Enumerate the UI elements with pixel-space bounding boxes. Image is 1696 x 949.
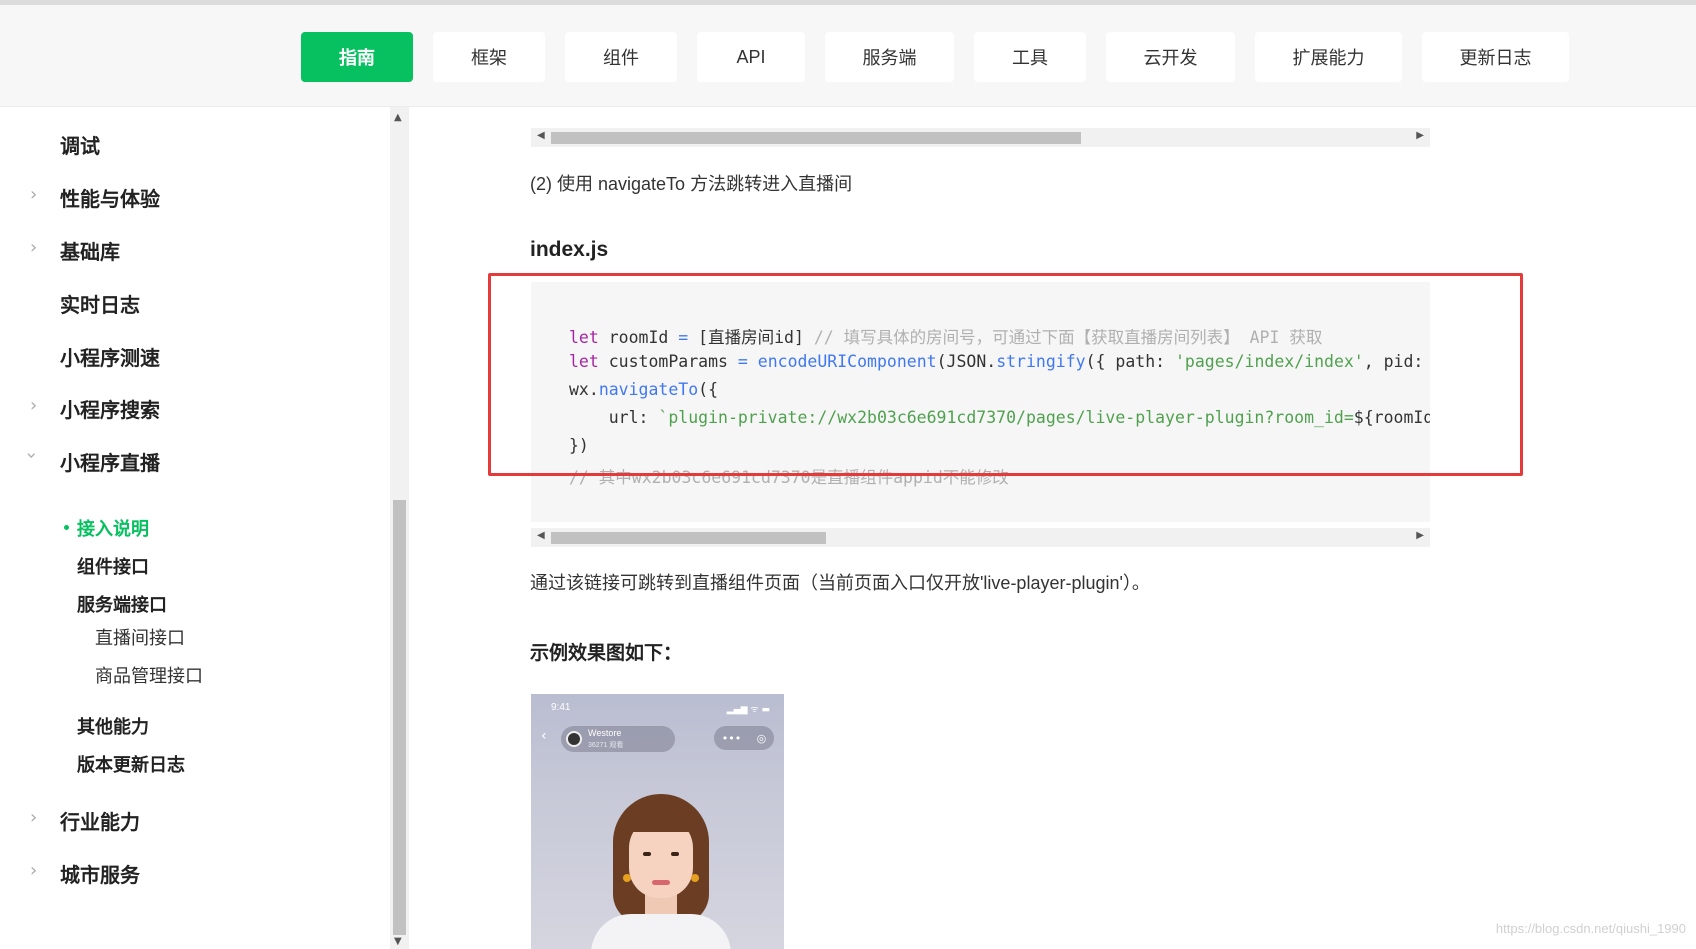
status-time: 9:41 [551, 702, 571, 713]
file-title: index.js [530, 238, 609, 261]
tab-tools[interactable]: 工具 [974, 32, 1086, 82]
main-nav: 指南 框架 组件 API 服务端 工具 云开发 扩展能力 更新日志 [301, 32, 1589, 82]
tab-guide[interactable]: 指南 [301, 32, 413, 82]
portrait-eye [671, 852, 679, 856]
example-preview-image: 9:41 ▂▄▆ ᯤ ▬ ‹ Westore 36271 观看 ••• ◎ [531, 694, 784, 949]
signal-icon: ▂▄▆ ᯤ ▬ [726, 705, 770, 715]
sidebar-item-base-library[interactable]: 基础库 [60, 236, 120, 265]
scroll-left-icon[interactable]: ◀ [537, 130, 545, 141]
portrait-body [591, 914, 731, 949]
tab-extensions[interactable]: 扩展能力 [1255, 32, 1402, 82]
sidebar-scrollbar-thumb[interactable] [393, 500, 406, 935]
chevron-right-icon[interactable]: › [30, 395, 37, 416]
more-dots-icon: ••• [721, 731, 742, 745]
sidebar-item-performance[interactable]: 性能与体验 [60, 183, 160, 212]
scroll-right-icon[interactable]: ▶ [1416, 130, 1424, 141]
description-text: 通过该链接可跳转到直播组件页面（当前页面入口仅开放'live-player-pl… [530, 573, 1150, 593]
tab-server[interactable]: 服务端 [825, 32, 954, 82]
watermark: https://blog.csdn.net/qiushi_1990 [1495, 921, 1686, 936]
code-hscrollbar-thumb[interactable] [551, 532, 826, 544]
chevron-right-icon[interactable]: › [30, 807, 37, 828]
code-hscrollbar-bottom[interactable]: ◀ ▶ [531, 528, 1430, 547]
example-title: 示例效果图如下： [530, 643, 683, 664]
header: 指南 框架 组件 API 服务端 工具 云开发 扩展能力 更新日志 [0, 5, 1696, 107]
step-text: (2) 使用 navigateTo 方法跳转进入直播间 [530, 174, 853, 194]
tab-api[interactable]: API [697, 32, 805, 82]
tab-changelog[interactable]: 更新日志 [1422, 32, 1569, 82]
viewer-count: 36271 观看 [588, 742, 624, 749]
sidebar-item-component-api[interactable]: 组件接口 [77, 553, 149, 579]
chevron-left-icon: ‹ [541, 728, 547, 744]
sidebar-item-search[interactable]: 小程序搜索 [60, 394, 160, 423]
avatar [566, 731, 582, 747]
active-dot-icon [64, 525, 69, 530]
scroll-down-icon[interactable]: ▼ [394, 936, 402, 947]
portrait-eye [643, 852, 651, 856]
sidebar-item-realtime-log[interactable]: 实时日志 [60, 289, 140, 318]
sidebar: 调试 › 性能与体验 › 基础库 实时日志 小程序测速 › 小程序搜索 › 小程… [0, 107, 390, 949]
chevron-right-icon[interactable]: › [30, 184, 37, 205]
tab-components[interactable]: 组件 [565, 32, 677, 82]
room-name: Westore [588, 728, 622, 738]
sidebar-item-version-log[interactable]: 版本更新日志 [77, 751, 185, 777]
sidebar-item-speed-test[interactable]: 小程序测速 [60, 342, 160, 371]
sidebar-item-other[interactable]: 其他能力 [77, 713, 149, 739]
target-icon: ◎ [756, 731, 767, 745]
sidebar-item-industry[interactable]: 行业能力 [60, 806, 140, 835]
earring [623, 874, 631, 882]
sidebar-item-server-api[interactable]: 服务端接口 [77, 591, 167, 617]
highlight-box [488, 273, 1523, 476]
sidebar-item-city[interactable]: 城市服务 [60, 859, 140, 888]
sidebar-item-goods-api[interactable]: 商品管理接口 [95, 662, 203, 688]
capsule-menu: ••• ◎ [714, 726, 774, 750]
code-hscrollbar-top[interactable]: ◀ ▶ [531, 128, 1430, 147]
chevron-right-icon[interactable]: › [30, 237, 37, 258]
tab-cloud[interactable]: 云开发 [1106, 32, 1235, 82]
sidebar-item-access-guide[interactable]: 接入说明 [77, 515, 149, 541]
tab-framework[interactable]: 框架 [433, 32, 545, 82]
sidebar-item-live[interactable]: 小程序直播 [60, 447, 160, 476]
scroll-left-icon[interactable]: ◀ [537, 530, 545, 541]
scroll-right-icon[interactable]: ▶ [1416, 530, 1424, 541]
scroll-up-icon[interactable]: ▲ [394, 112, 402, 123]
chevron-right-icon[interactable]: › [30, 860, 37, 881]
code-hscrollbar-thumb[interactable] [551, 132, 1081, 144]
earring [691, 874, 699, 882]
sidebar-item-debug[interactable]: 调试 [60, 130, 100, 159]
sidebar-item-room-api[interactable]: 直播间接口 [95, 624, 185, 650]
portrait-bangs [623, 802, 699, 832]
chevron-down-icon[interactable]: › [21, 452, 42, 459]
portrait-lips [652, 880, 670, 885]
